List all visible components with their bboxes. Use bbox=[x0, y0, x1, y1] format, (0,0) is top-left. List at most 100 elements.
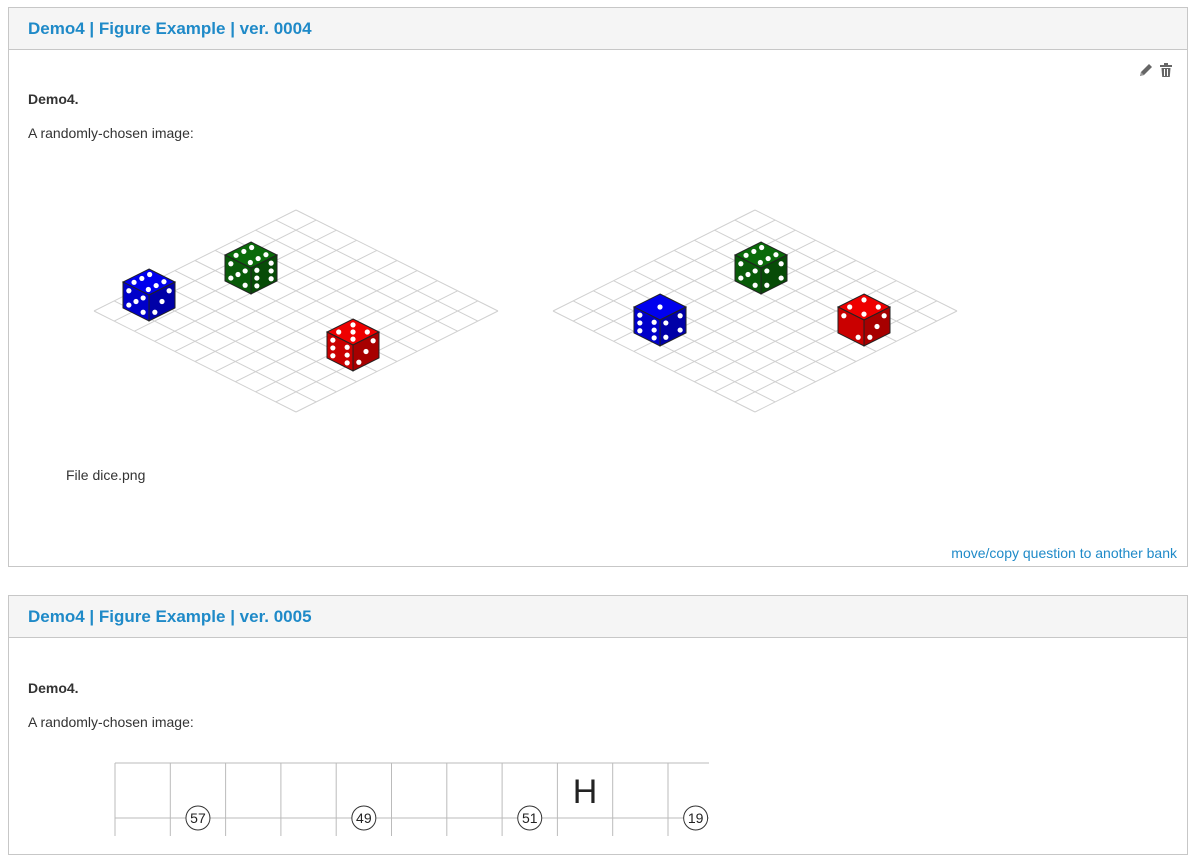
pip bbox=[228, 261, 234, 267]
pip bbox=[344, 352, 350, 358]
die bbox=[733, 241, 789, 295]
number-grid-figure: H 57 49 51 19 bbox=[114, 762, 709, 836]
pip bbox=[242, 282, 248, 288]
pencil-icon[interactable] bbox=[1138, 62, 1154, 78]
dice-layer bbox=[121, 241, 892, 372]
pip bbox=[847, 304, 853, 310]
pip bbox=[254, 275, 260, 281]
pip bbox=[745, 271, 751, 278]
pip bbox=[145, 286, 151, 293]
pip bbox=[254, 283, 260, 289]
pip bbox=[855, 334, 861, 340]
pip bbox=[651, 335, 657, 341]
pip bbox=[757, 259, 763, 266]
pip bbox=[330, 345, 336, 351]
pip bbox=[657, 304, 663, 310]
pip bbox=[153, 282, 159, 289]
circled-number: 19 bbox=[688, 810, 704, 826]
pip bbox=[764, 268, 770, 274]
pip bbox=[867, 334, 873, 340]
pip bbox=[875, 304, 881, 310]
pip bbox=[861, 297, 867, 303]
trash-icon[interactable] bbox=[1158, 62, 1174, 78]
pip bbox=[364, 329, 370, 335]
pip bbox=[140, 309, 146, 315]
question-title-link[interactable]: Demo4 | Figure Example | ver. 0005 bbox=[28, 607, 312, 627]
pip bbox=[370, 338, 376, 344]
pip bbox=[249, 244, 255, 251]
pip bbox=[268, 260, 274, 266]
pip bbox=[637, 328, 643, 334]
pip bbox=[663, 320, 669, 326]
dice-figure bbox=[93, 209, 958, 413]
pip bbox=[159, 298, 165, 305]
pip bbox=[356, 359, 362, 365]
pip bbox=[651, 319, 657, 325]
move-copy-link[interactable]: move/copy question to another bank bbox=[951, 545, 1177, 561]
pip bbox=[241, 248, 247, 255]
pip bbox=[235, 271, 241, 278]
pip bbox=[126, 288, 132, 294]
pip bbox=[344, 344, 350, 350]
pip bbox=[764, 282, 770, 288]
pip bbox=[759, 244, 765, 251]
number-grid: H 57 49 51 19 bbox=[114, 762, 709, 836]
pip bbox=[131, 279, 137, 285]
pip bbox=[255, 255, 261, 262]
pip bbox=[738, 275, 744, 281]
pip bbox=[254, 267, 260, 273]
pip bbox=[841, 313, 847, 319]
pip bbox=[637, 312, 643, 318]
question-title-link[interactable]: Demo4 | Figure Example | ver. 0004 bbox=[28, 19, 312, 39]
pip bbox=[268, 268, 274, 274]
question-toolbar bbox=[1138, 62, 1174, 78]
circled-number: 57 bbox=[190, 810, 206, 826]
die bbox=[632, 293, 688, 347]
pip bbox=[133, 298, 139, 305]
pip bbox=[263, 252, 269, 258]
question-name: Demo4. bbox=[28, 680, 79, 696]
isometric-grid-right bbox=[552, 209, 958, 413]
pip bbox=[344, 360, 350, 366]
question-card-0005: Demo4 | Figure Example | ver. 0005 Demo4… bbox=[8, 595, 1188, 855]
pip bbox=[242, 268, 248, 274]
question-name: Demo4. bbox=[28, 91, 79, 107]
die bbox=[325, 318, 381, 372]
pip bbox=[743, 252, 749, 258]
pip bbox=[861, 311, 867, 317]
pip bbox=[677, 327, 683, 333]
pip bbox=[751, 248, 757, 255]
pip bbox=[677, 313, 683, 319]
pip bbox=[651, 327, 657, 333]
pip bbox=[126, 302, 132, 308]
file-label: File dice.png bbox=[66, 467, 146, 483]
pip bbox=[637, 320, 643, 326]
pip bbox=[881, 313, 887, 319]
pip bbox=[363, 348, 369, 355]
pip bbox=[166, 288, 172, 294]
pip bbox=[778, 261, 784, 267]
pip bbox=[152, 309, 158, 315]
pip bbox=[752, 282, 758, 288]
pip bbox=[350, 336, 356, 342]
pip bbox=[752, 268, 758, 274]
pip bbox=[874, 323, 880, 330]
pip bbox=[247, 259, 253, 266]
question-header: Demo4 | Figure Example | ver. 0004 bbox=[9, 8, 1187, 50]
pip bbox=[663, 334, 669, 340]
pip bbox=[139, 275, 145, 282]
question-text: A randomly-chosen image: bbox=[28, 714, 194, 730]
pip bbox=[330, 337, 336, 343]
pip bbox=[330, 353, 336, 359]
pip bbox=[765, 255, 771, 262]
die bbox=[836, 293, 892, 347]
pip bbox=[336, 329, 342, 335]
circled-number: 51 bbox=[522, 810, 538, 826]
grid-letter: H bbox=[573, 773, 598, 811]
pip bbox=[233, 252, 239, 258]
pip bbox=[350, 322, 356, 328]
pip bbox=[738, 261, 744, 267]
pip bbox=[350, 329, 356, 335]
pip bbox=[228, 275, 234, 281]
pip bbox=[778, 275, 784, 281]
